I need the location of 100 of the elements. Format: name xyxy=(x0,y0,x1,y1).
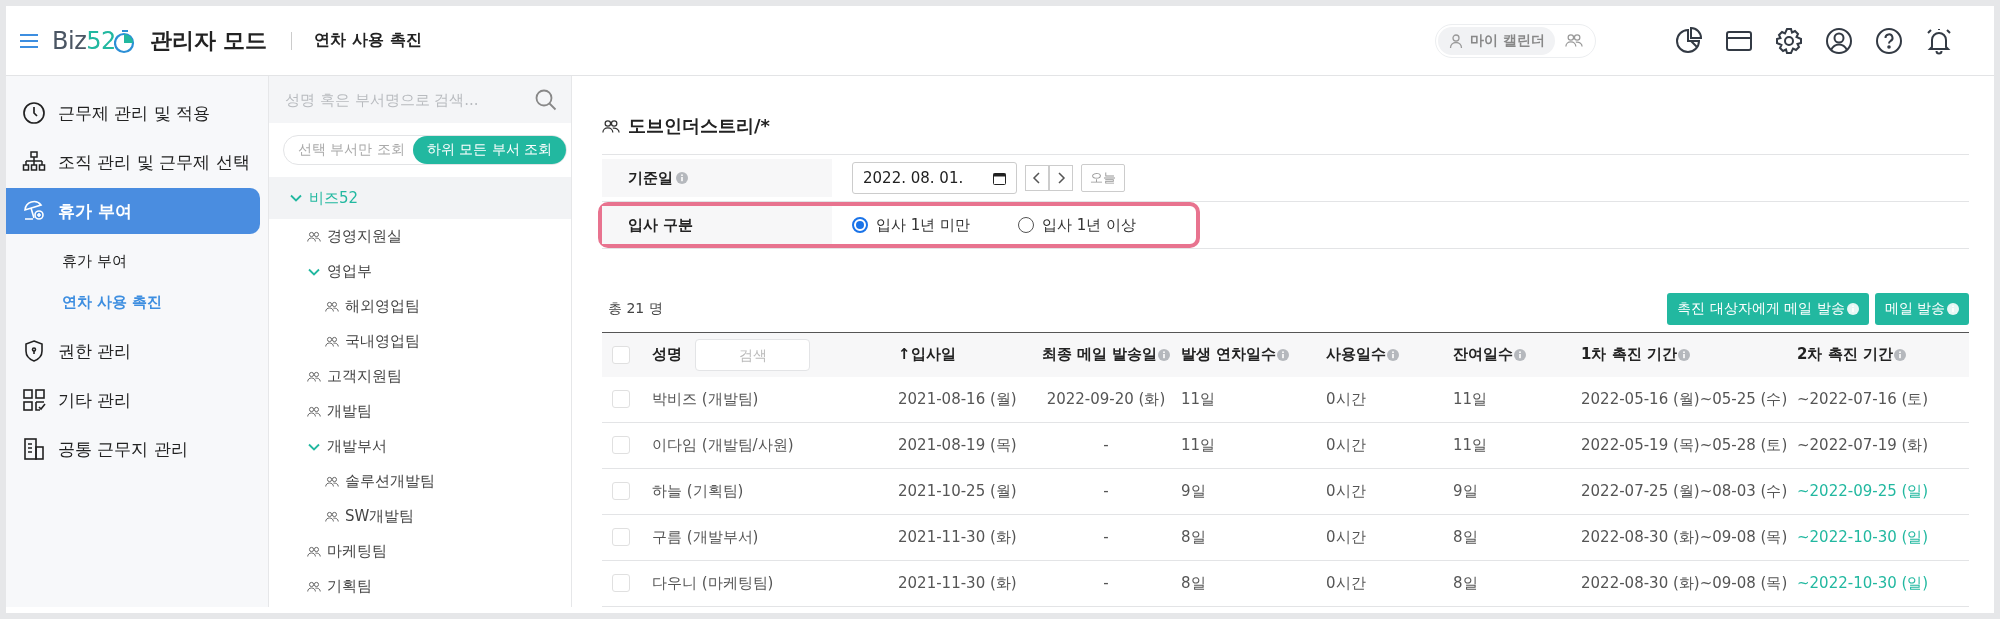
person-icon xyxy=(1448,32,1465,49)
search-input[interactable]: 성명 혹은 부서명으로 검색... xyxy=(283,89,535,110)
table-cell: 11일 xyxy=(1181,435,1216,454)
tree-item[interactable]: 개발팀 xyxy=(269,394,571,429)
tree-item[interactable]: 마케팅팀 xyxy=(269,534,571,569)
table-cell: 8일 xyxy=(1181,527,1206,546)
table-cell: - xyxy=(1103,574,1109,592)
table-cell: 2021-08-16 (월) xyxy=(898,389,1017,408)
total-count: 총 21 명 xyxy=(607,300,663,318)
column-header: 잔여일수 xyxy=(1453,345,1513,365)
group-icon xyxy=(307,370,321,383)
group-icon xyxy=(307,230,321,243)
tree-item[interactable]: 영업부 xyxy=(269,254,571,289)
table-cell: 11일 xyxy=(1453,389,1488,408)
table-cell: 11일 xyxy=(1181,389,1216,408)
previous-button[interactable] xyxy=(1025,165,1050,191)
shield-icon xyxy=(22,339,46,363)
table-cell: 하늘 (기획팀) xyxy=(652,481,744,500)
next-button[interactable] xyxy=(1049,165,1074,191)
column-header: 사용일수 xyxy=(1326,345,1386,365)
date-field[interactable]: 2022. 08. 01. xyxy=(852,162,1018,194)
column-header[interactable]: ↑입사일 xyxy=(898,345,956,365)
group-icon xyxy=(325,335,339,348)
group-icon xyxy=(602,118,620,134)
table-cell: 9일 xyxy=(1181,481,1206,500)
table-cell: 0시간 xyxy=(1326,435,1366,454)
table-cell: 2022-07-25 (월)~08-03 (수) xyxy=(1581,481,1788,500)
sidebar-item[interactable]: 근무제 관리 및 적용 xyxy=(6,90,260,136)
group-icon xyxy=(307,545,321,558)
tree-item[interactable]: SW개발팀 xyxy=(269,499,571,534)
group-icon xyxy=(307,580,321,593)
table-cell: 2021-08-19 (목) xyxy=(898,435,1017,454)
account-icon[interactable] xyxy=(1824,25,1854,56)
sidebar-item[interactable]: 공통 근무지 관리 xyxy=(6,426,260,472)
chevron-left-icon xyxy=(1032,172,1043,184)
name-search-field[interactable]: 검색 xyxy=(695,338,810,371)
org-chart-icon xyxy=(22,150,46,174)
table-cell: 2022-05-19 (목)~05-28 (토) xyxy=(1581,435,1788,454)
sidebar-item[interactable]: 권한 관리 xyxy=(6,328,260,374)
table-cell: 0시간 xyxy=(1326,527,1366,546)
table-cell: 2022-09-20 (화) xyxy=(1046,389,1166,408)
pie-chart-icon[interactable] xyxy=(1674,25,1704,56)
table-cell: 8일 xyxy=(1453,573,1478,592)
checkbox[interactable] xyxy=(612,528,630,546)
sidebar-item[interactable]: 기타 관리 xyxy=(6,377,260,423)
column-header: 성명 xyxy=(652,345,682,365)
chevron-right-icon xyxy=(1056,172,1067,184)
column-header: 2차 촉진 기간 xyxy=(1797,345,1893,365)
table-cell: 9일 xyxy=(1453,481,1478,500)
table-cell: ~2022-09-25 (일) xyxy=(1797,481,1929,500)
tree-item[interactable]: 개발부서 xyxy=(269,429,571,464)
tree-item[interactable]: 솔루션개발팀 xyxy=(269,464,571,499)
sidebar-item[interactable]: 조직 관리 및 근무제 선택 xyxy=(6,139,260,185)
search-icon[interactable] xyxy=(535,88,557,111)
table-cell: ~2022-07-16 (토) xyxy=(1797,389,1929,408)
clock-icon xyxy=(22,101,46,125)
group-icon xyxy=(307,405,321,418)
search-field[interactable]: 성명 혹은 부서명으로 검색... xyxy=(269,76,571,123)
radio-icon[interactable] xyxy=(852,217,868,233)
tree-item[interactable]: 고객지원팀 xyxy=(269,359,571,394)
table-cell: 2021-11-30 (화) xyxy=(898,527,1017,546)
tree-item[interactable]: 해외영업팀 xyxy=(269,289,571,324)
table-cell: 8일 xyxy=(1181,573,1206,592)
help-icon[interactable] xyxy=(1874,25,1904,56)
table-cell: 이다임 (개발팀/사원) xyxy=(652,435,794,454)
table-cell: - xyxy=(1103,436,1109,454)
settings-icon[interactable] xyxy=(1774,25,1804,56)
group-icon xyxy=(325,300,339,313)
menu-icon[interactable] xyxy=(20,32,38,49)
umbrella-icon xyxy=(22,199,46,223)
table-cell: 0시간 xyxy=(1326,481,1366,500)
table-cell: 2021-11-30 (화) xyxy=(898,573,1017,592)
checkbox[interactable] xyxy=(612,436,630,454)
table-cell: 다우니 (마케팅팀) xyxy=(652,573,774,592)
filter-label: 기준일 xyxy=(628,168,673,188)
organization-title: 도브인더스트리/* xyxy=(628,114,770,138)
table-cell: ~2022-07-19 (화) xyxy=(1797,435,1929,454)
checkbox[interactable] xyxy=(612,574,630,592)
group-icon xyxy=(325,510,339,523)
table-cell: 11일 xyxy=(1453,435,1488,454)
column-header: 최종 메일 발송일 xyxy=(1041,345,1158,365)
checkbox[interactable] xyxy=(612,390,630,408)
logo[interactable]: Biz52 xyxy=(52,26,136,55)
tree-item[interactable]: 기획팀 xyxy=(269,569,571,604)
filter-label: 입사 구분 xyxy=(628,215,694,235)
column-header: 발생 연차일수 xyxy=(1181,345,1277,365)
group-icon xyxy=(1565,33,1583,48)
checkbox[interactable] xyxy=(612,482,630,500)
radio-option[interactable]: 입사 1년 이상 xyxy=(1018,215,1137,235)
sidebar-subitem[interactable]: 휴가 부여 xyxy=(6,241,268,282)
tree-item[interactable]: 국내영업팀 xyxy=(269,324,571,359)
radio-option[interactable]: 입사 1년 미만 xyxy=(852,215,971,235)
table-cell: 2021-10-25 (월) xyxy=(898,481,1017,500)
checkbox[interactable] xyxy=(612,345,630,364)
table-cell: 박비즈 (개발팀) xyxy=(652,389,759,408)
table-cell: 0시간 xyxy=(1326,389,1366,408)
tree-item[interactable]: 경영지원실 xyxy=(269,219,571,254)
calendar-icon[interactable] xyxy=(993,171,1007,185)
building-icon xyxy=(22,437,46,461)
grid-icon xyxy=(22,388,46,412)
